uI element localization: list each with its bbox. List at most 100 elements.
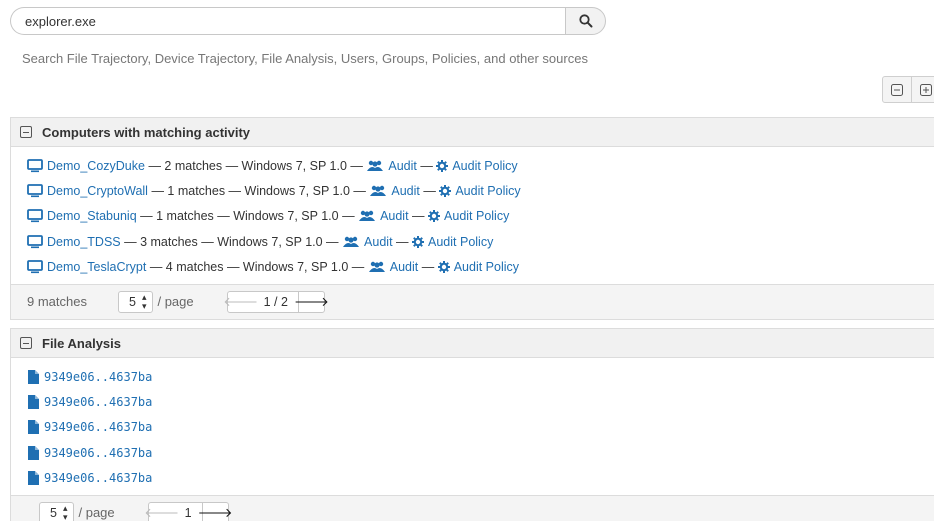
audit-link[interactable]: Audit xyxy=(390,260,419,274)
per-page-select[interactable]: 5 ▴ ▾ xyxy=(117,290,154,313)
computer-link[interactable]: Demo_Stabuniq xyxy=(47,209,137,223)
list-item: Demo_TeslaCrypt — 4 matches — Windows 7,… xyxy=(11,255,934,280)
separator: — xyxy=(423,184,436,199)
gear-icon xyxy=(428,210,441,223)
users-icon xyxy=(358,210,376,222)
list-item: Demo_TDSS — 3 matches — Windows 7, SP 1.… xyxy=(11,229,934,254)
collapse-all-button[interactable] xyxy=(883,77,912,102)
file-hash-link[interactable]: 9349e06..4637ba xyxy=(44,370,152,384)
per-page-value: 5 xyxy=(128,294,136,309)
users-icon xyxy=(368,261,386,273)
gear-icon xyxy=(439,185,452,198)
expand-all-button[interactable] xyxy=(912,77,934,102)
file-analysis-panel: File Analysis 9349e06..4637ba 9349e06..4… xyxy=(10,328,934,521)
per-page-select[interactable]: 5 ▴ ▾ xyxy=(39,501,75,521)
collapse-expand-toolbar xyxy=(882,76,934,103)
prev-page-button[interactable]: 🡐 xyxy=(223,292,258,312)
computer-detail: — 4 matches — Windows 7, SP 1.0 — xyxy=(149,260,365,275)
computer-detail: — 3 matches — Windows 7, SP 1.0 — xyxy=(124,234,339,249)
computer-detail: — 1 matches — Windows 7, SP 1.0 — xyxy=(151,184,366,199)
audit-link[interactable]: Audit xyxy=(380,209,409,223)
list-item: 9349e06..4637ba xyxy=(11,415,934,440)
file-icon xyxy=(27,395,40,410)
file-icon xyxy=(27,369,40,384)
search-hint: Search File Trajectory, Device Trajector… xyxy=(22,51,588,66)
audit-policy-link[interactable]: Audit Policy xyxy=(454,260,519,274)
users-icon xyxy=(342,236,360,248)
audit-policy-link[interactable]: Audit Policy xyxy=(455,184,520,198)
gear-icon xyxy=(412,235,425,248)
computer-detail: — 2 matches — Windows 7, SP 1.0 — xyxy=(148,158,363,173)
file-hash-link[interactable]: 9349e06..4637ba xyxy=(44,471,152,485)
file-hash-link[interactable]: 9349e06..4637ba xyxy=(44,395,152,409)
list-item: Demo_CryptoWall — 1 matches — Windows 7,… xyxy=(11,178,934,203)
page-indicator: 1 / 2 xyxy=(263,294,288,309)
list-item: 9349e06..4637ba xyxy=(11,389,934,414)
users-icon xyxy=(366,160,384,172)
separator: — xyxy=(412,209,425,224)
panel-title: Computers with matching activity xyxy=(42,124,251,140)
computer-link[interactable]: Demo_TDSS xyxy=(47,235,121,249)
panel-title: File Analysis xyxy=(42,335,121,351)
match-count: 9 matches xyxy=(27,294,87,310)
file-hash-link[interactable]: 9349e06..4637ba xyxy=(44,446,152,460)
per-page-label: / page xyxy=(157,294,194,310)
per-page-label: / page xyxy=(78,505,115,521)
list-item: Demo_Stabuniq — 1 matches — Windows 7, S… xyxy=(11,204,934,229)
search-bar xyxy=(10,7,606,35)
search-button[interactable] xyxy=(565,7,606,35)
search-icon xyxy=(578,14,592,28)
gear-icon xyxy=(436,159,449,172)
file-hash-link[interactable]: 9349e06..4637ba xyxy=(44,420,152,434)
select-arrows-icon: ▴ ▾ xyxy=(141,291,147,311)
audit-policy-link[interactable]: Audit Policy xyxy=(444,209,509,223)
audit-link[interactable]: Audit xyxy=(388,159,417,173)
pager: 🡐 1 / 2 🡒 xyxy=(223,290,329,313)
computer-icon xyxy=(27,260,43,274)
collapse-icon[interactable] xyxy=(20,126,32,138)
select-arrows-icon: ▴ ▾ xyxy=(62,502,68,521)
list-item: 9349e06..4637ba xyxy=(11,466,934,491)
expand-all-icon xyxy=(920,83,932,96)
computers-pagination: 9 matches 5 ▴ ▾ / page 🡐 1 / 2 🡒 xyxy=(11,283,934,319)
arrow-right-icon: 🡒 xyxy=(294,293,329,309)
computers-panel: Computers with matching activity Demo_Co… xyxy=(10,117,934,320)
file-icon xyxy=(27,445,40,460)
audit-policy-link[interactable]: Audit Policy xyxy=(428,235,493,249)
search-input[interactable] xyxy=(10,7,565,35)
audit-link[interactable]: Audit xyxy=(364,235,393,249)
separator: — xyxy=(396,234,409,249)
computer-icon xyxy=(27,184,43,198)
gear-icon xyxy=(437,261,450,274)
arrow-right-icon: 🡒 xyxy=(197,504,233,520)
file-icon xyxy=(27,471,40,486)
computer-icon xyxy=(27,209,43,223)
computer-icon xyxy=(27,234,43,249)
file-list: 9349e06..4637ba 9349e06..4637ba 9349e06.… xyxy=(11,358,934,495)
computer-link[interactable]: Demo_CryptoWall xyxy=(47,184,148,198)
audit-policy-link[interactable]: Audit Policy xyxy=(452,159,517,173)
per-page-value: 5 xyxy=(50,505,57,520)
collapse-all-icon xyxy=(891,83,903,96)
users-icon xyxy=(369,185,387,197)
next-page-button[interactable]: 🡒 xyxy=(198,502,233,521)
collapse-icon[interactable] xyxy=(20,337,32,349)
separator: — xyxy=(420,158,433,173)
separator: — xyxy=(421,260,435,275)
list-item: Demo_CozyDuke — 2 matches — Windows 7, S… xyxy=(11,153,934,178)
audit-link[interactable]: Audit xyxy=(391,184,420,198)
list-item: 9349e06..4637ba xyxy=(11,440,934,465)
file-analysis-panel-header: File Analysis xyxy=(11,329,934,358)
computers-list: Demo_CozyDuke — 2 matches — Windows 7, S… xyxy=(11,147,934,284)
pager: 🡐 1 🡒 xyxy=(144,501,233,521)
file-pagination: 5 ▴ ▾ / page 🡐 1 🡒 xyxy=(11,494,934,521)
computer-icon xyxy=(27,158,43,173)
file-icon xyxy=(27,420,40,435)
prev-page-button[interactable]: 🡐 xyxy=(144,503,179,521)
computer-detail: — 1 matches — Windows 7, SP 1.0 — xyxy=(140,209,355,224)
computer-link[interactable]: Demo_CozyDuke xyxy=(47,159,145,173)
computers-panel-header: Computers with matching activity xyxy=(11,118,934,147)
list-item: 9349e06..4637ba xyxy=(11,364,934,389)
computer-link[interactable]: Demo_TeslaCrypt xyxy=(47,260,146,274)
next-page-button[interactable]: 🡒 xyxy=(294,291,329,312)
